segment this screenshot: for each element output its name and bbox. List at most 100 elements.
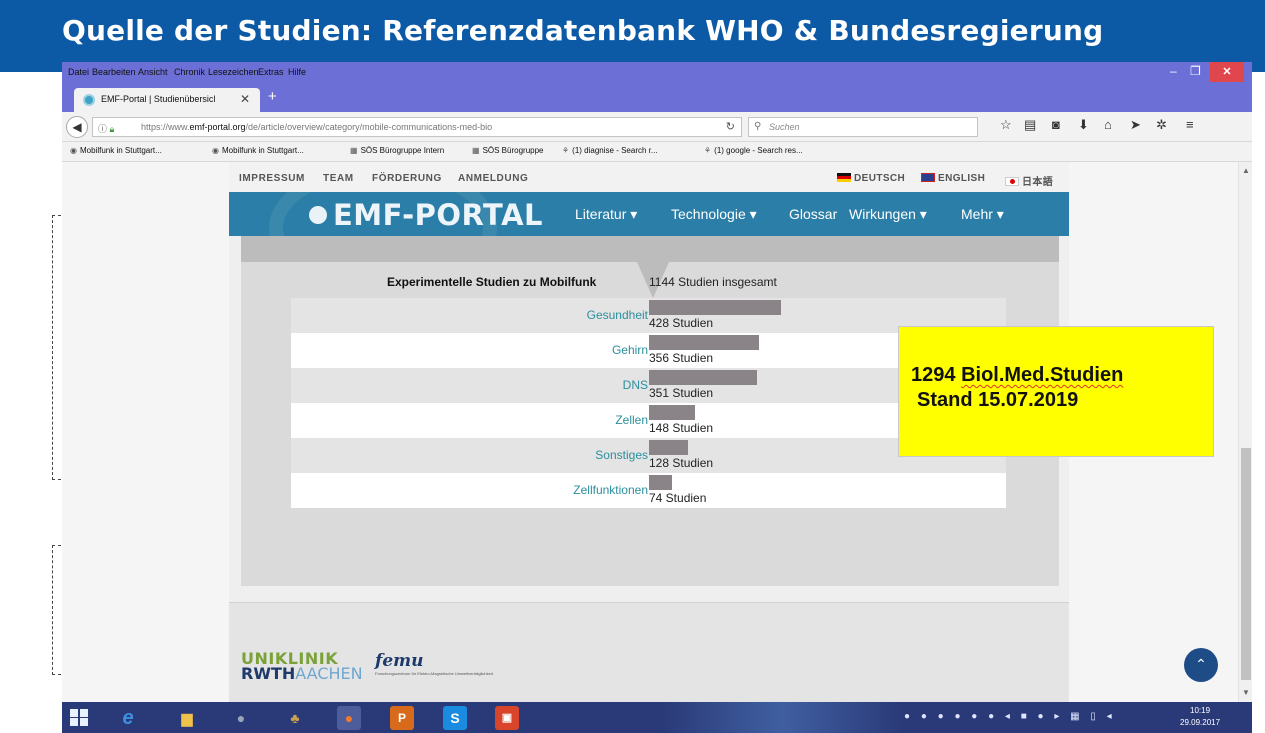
content-header-band [241, 236, 1059, 262]
femu-logo[interactable]: femu Forschungszentrum für Elektro-Magne… [375, 651, 493, 676]
top-nav: IMPRESSUM TEAM FÖRDERUNG ANMELDUNG DEUTS… [229, 162, 1069, 192]
lock-icon: 🔒︎ [109, 124, 115, 134]
lang-deutsch[interactable]: DEUTSCH [837, 173, 905, 184]
chart-category-link[interactable]: DNS [623, 378, 648, 392]
new-tab-icon[interactable]: + [268, 88, 277, 105]
callout-box: 1294 Biol.Med.Studien Stand 15.07.2019 [898, 326, 1214, 457]
tab-title: EMF-Portal | Studienübersicl [101, 94, 216, 104]
callout-line-1: 1294 Biol.Med.Studien [911, 364, 1124, 386]
vertical-scrollbar[interactable]: ▲ ▼ [1238, 162, 1252, 702]
site-info-icon[interactable]: ⓘ 🔒︎ [98, 122, 114, 135]
reload-icon[interactable]: ↻ [726, 120, 735, 133]
menu-item-ansicht[interactable]: Ansicht [138, 67, 168, 77]
scroll-up-icon[interactable]: ▲ [1242, 166, 1250, 175]
grid-icon: ▦ [350, 146, 358, 155]
system-tray[interactable]: ● ● ● ● ● ● ◂ ■ ● ▸ ▦ ▯ ◂ [904, 711, 1116, 722]
windows-taskbar: e ▆ ● ♣ ● P S ▣ ● ● ● ● ● ● ◂ ■ ● ▸ ▦ ▯ … [62, 702, 1252, 733]
chart-bar [649, 440, 688, 455]
url-text: https://www.emf-portal.org/de/article/ov… [141, 122, 493, 132]
chart-value-label: 148 Studien [649, 421, 714, 435]
dashed-bracket [52, 215, 61, 480]
slide-title: Quelle der Studien: Referenzdatenbank WH… [62, 14, 1104, 47]
dashed-bracket [52, 545, 61, 675]
clock[interactable]: 10:19 29.09.2017 [1180, 705, 1220, 729]
menu-item-bearbeiten[interactable]: Bearbeiten [92, 67, 136, 77]
nav-mehr[interactable]: Mehr ▾ [961, 206, 1004, 223]
app-icon[interactable]: ♣ [283, 706, 307, 730]
bookmark-item[interactable]: ◉ Mobilfunk in Stuttgart... [212, 146, 304, 155]
bookmark-star-icon[interactable]: ☆ [1000, 117, 1012, 133]
url-bar[interactable]: ⓘ 🔒︎ https://www.emf-portal.org/de/artic… [92, 117, 742, 137]
menu-item-extras[interactable]: Extras [258, 67, 284, 77]
reading-list-icon[interactable]: ▤ [1024, 117, 1036, 133]
menu-item-chronik[interactable]: Chronik [174, 67, 205, 77]
chart-value-label: 74 Studien [649, 491, 707, 505]
scroll-down-icon[interactable]: ▼ [1242, 688, 1250, 697]
chart-category-link[interactable]: Zellfunktionen [573, 483, 648, 497]
globe-icon: ◉ [212, 146, 219, 155]
top-nav-impressum[interactable]: IMPRESSUM [239, 173, 305, 184]
menu-icon[interactable]: ≡ [1186, 117, 1194, 132]
chart-category-link[interactable]: Gesundheit [587, 308, 648, 322]
lang-japanese[interactable]: 日本語 [1005, 173, 1053, 188]
site-footer: UNIKLINIK RWTHAACHEN femu Forschungszent… [229, 602, 1069, 702]
skype-icon[interactable]: S [443, 706, 467, 730]
menu-item-hilfe[interactable]: Hilfe [288, 67, 306, 77]
chart-value-label: 356 Studien [649, 351, 714, 365]
menu-item-lesezeichen[interactable]: Lesezeichen [208, 67, 259, 77]
close-icon[interactable]: ✕ [240, 92, 250, 106]
nav-wirkungen[interactable]: Wirkungen ▾ [849, 206, 927, 223]
file-explorer-icon[interactable]: ▆ [175, 706, 199, 730]
chart-total: 1144 Studien insgesamt [649, 275, 777, 289]
back-button[interactable]: ◀ [66, 116, 88, 138]
nav-literatur[interactable]: Literatur ▾ [575, 206, 637, 223]
globe-app-icon[interactable]: ● [229, 706, 253, 730]
nav-glossar[interactable]: Glossar [789, 206, 837, 222]
uk-flag-icon [921, 173, 935, 182]
powerpoint-icon[interactable]: P [390, 706, 414, 730]
brand-bar: EMF-PORTAL Literatur ▾ Technologie ▾ Glo… [229, 192, 1069, 236]
top-nav-team[interactable]: TEAM [323, 173, 354, 184]
bookmark-item[interactable]: ▦ SÖS Bürogruppe Intern [350, 146, 444, 155]
back-to-top-button[interactable]: ⌃ [1184, 648, 1218, 682]
top-nav-anmeldung[interactable]: ANMELDUNG [458, 173, 528, 184]
uniklinik-rwth-logo[interactable]: UNIKLINIK RWTHAACHEN [241, 651, 363, 682]
windows-start-icon[interactable] [70, 709, 88, 726]
bookmarks-bar: ◉ Mobilfunk in Stuttgart... ◉ Mobilfunk in… [62, 142, 1252, 162]
menu-item-datei[interactable]: Datei [68, 67, 89, 77]
lang-english[interactable]: ENGLISH [921, 173, 985, 184]
home-icon[interactable]: ⌂ [1104, 117, 1112, 132]
nav-technologie[interactable]: Technologie ▾ [671, 206, 757, 223]
chart-category-link[interactable]: Sonstiges [595, 448, 648, 462]
internet-explorer-icon[interactable]: e [116, 706, 140, 730]
chart-category-link[interactable]: Gehirn [612, 343, 648, 357]
minimize-icon[interactable]: – [1170, 64, 1177, 78]
chart-category-link[interactable]: Zellen [615, 413, 648, 427]
close-window-button[interactable]: ✕ [1210, 62, 1244, 82]
restore-icon[interactable]: ❐ [1190, 64, 1201, 78]
bookmark-item[interactable]: ▦ SÖS Bürogruppe [472, 146, 544, 155]
logo-dot-icon [309, 206, 327, 224]
japan-flag-icon [1005, 177, 1019, 186]
scroll-thumb[interactable] [1241, 448, 1251, 680]
callout-line-2: Stand 15.07.2019 [917, 389, 1079, 411]
chart-value-label: 351 Studien [649, 386, 714, 400]
pocket-icon[interactable]: ◙ [1052, 117, 1060, 132]
menu-bar: Datei Bearbeiten Ansicht Chronik Lesezei… [62, 62, 1252, 84]
send-icon[interactable]: ➤ [1130, 117, 1141, 133]
tab-emf-portal[interactable]: EMF-Portal | Studienübersicl ✕ [74, 88, 260, 112]
presentation-app-icon[interactable]: ▣ [495, 706, 519, 730]
download-icon[interactable]: ⬇ [1078, 117, 1089, 133]
bookmark-item[interactable]: ◉ Mobilfunk in Stuttgart... [70, 146, 162, 155]
german-flag-icon [837, 173, 851, 182]
bookmark-item[interactable]: ⚘ (1) diagnise - Search r... [562, 146, 658, 155]
addon-icon[interactable]: ✲ [1156, 117, 1167, 133]
top-nav-foerderung[interactable]: FÖRDERUNG [372, 173, 442, 184]
search-input[interactable]: ⚲ Suchen [748, 117, 978, 137]
chart-row: Zellfunktionen 74 Studien [291, 473, 1006, 508]
site-logo[interactable]: EMF-PORTAL [333, 198, 543, 232]
chart-bar [649, 370, 757, 385]
firefox-icon[interactable]: ● [337, 706, 361, 730]
bookmark-item[interactable]: ⚘ (1) google - Search res... [704, 146, 803, 155]
chart-bar [649, 405, 695, 420]
